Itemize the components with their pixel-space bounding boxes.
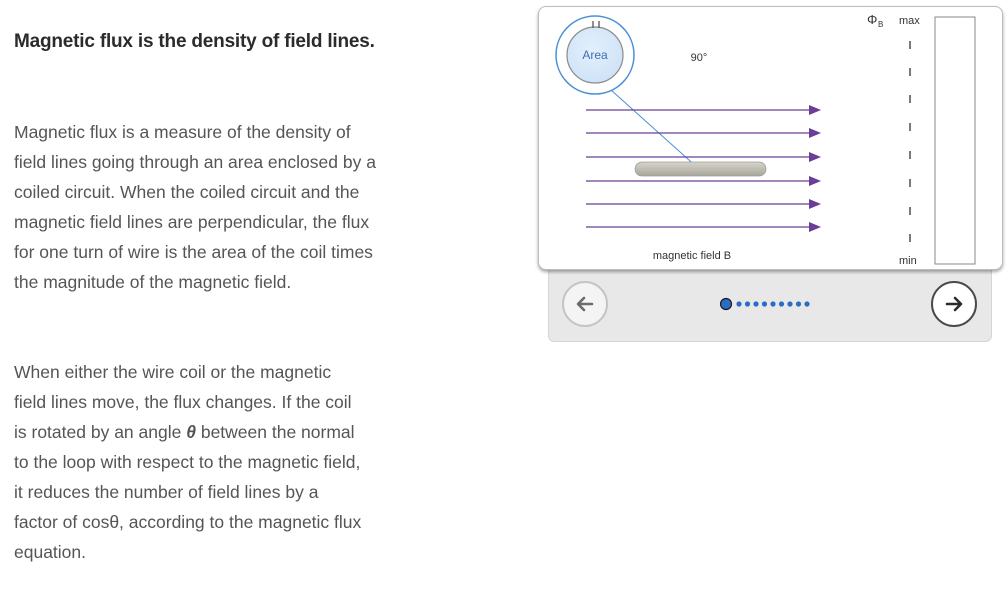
meter-gauge	[934, 16, 976, 265]
article: Magnetic flux is the density of field li…	[14, 26, 386, 57]
area-magnifier: Area	[555, 15, 700, 170]
field-label: magnetic field B	[653, 250, 731, 262]
meter-min-label: min	[899, 255, 917, 267]
next-button[interactable]	[931, 281, 977, 327]
field-line-arrowhead	[809, 176, 821, 186]
flux-subscript: B	[878, 20, 883, 29]
field-line-arrowhead	[809, 105, 821, 115]
flux-diagram: Area 90° magnetic field B Φ B max min	[555, 12, 976, 267]
area-label: Area	[582, 48, 608, 62]
step-dot-active[interactable]	[720, 297, 733, 311]
step-dot[interactable]	[744, 301, 751, 307]
step-dot[interactable]	[778, 301, 785, 307]
article-heading: Magnetic flux is the density of field li…	[14, 31, 375, 52]
arrow-right-icon	[945, 296, 963, 312]
paragraph-2-text-end: between the normal to the loop with resp…	[14, 422, 362, 562]
step-indicator	[720, 297, 824, 311]
step-dot[interactable]	[787, 301, 793, 307]
article-paragraph-2: When either the wire coil or the magneti…	[14, 357, 364, 567]
flux-meter: Φ B max min	[867, 12, 976, 267]
field-line-arrowhead	[809, 128, 821, 138]
flux-symbol: Φ	[867, 12, 877, 27]
meter-max-label: max	[899, 15, 920, 27]
step-dot[interactable]	[736, 301, 742, 307]
field-line-arrowhead	[809, 199, 821, 209]
angle-label: 90°	[691, 52, 708, 64]
back-button[interactable]	[562, 281, 608, 327]
field-line-arrowhead	[809, 222, 821, 232]
step-dot[interactable]	[795, 301, 802, 307]
step-dot[interactable]	[753, 301, 759, 307]
flux-animation-stage: Area 90° magnetic field B Φ B max min	[538, 6, 1003, 270]
field-line-arrowhead	[809, 152, 821, 162]
arrow-left-icon	[576, 296, 594, 312]
wire-coil	[634, 161, 767, 177]
theta-symbol: θ	[186, 422, 196, 442]
step-dot[interactable]	[761, 301, 768, 307]
step-dot[interactable]	[770, 301, 776, 307]
step-dots	[720, 297, 810, 311]
step-dot[interactable]	[804, 301, 810, 307]
article-paragraph-1: Magnetic flux is a measure of the densit…	[14, 122, 376, 292]
